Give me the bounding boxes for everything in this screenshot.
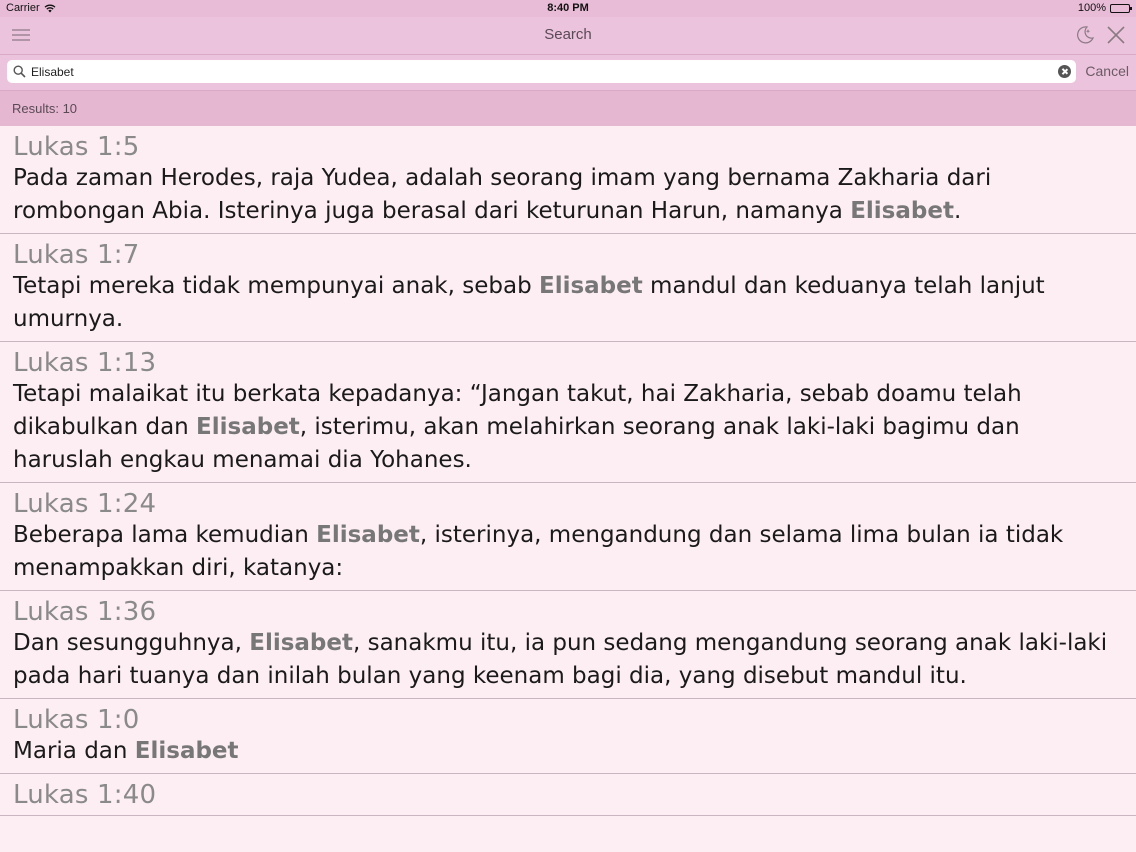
verse-reference: Lukas 1:13 [13, 348, 157, 378]
results-count-bar: Results: 10 [0, 91, 1136, 126]
search-icon [13, 65, 26, 78]
results-count: Results: 10 [12, 101, 78, 116]
close-icon[interactable] [1106, 25, 1126, 45]
result-item[interactable]: Lukas 1:24 Beberapa lama kemudian Elisab… [0, 483, 1136, 591]
verse-reference: Lukas 1:36 [13, 597, 157, 627]
verse-text: Tetapi mereka tidak mempunyai anak, seba… [13, 273, 1045, 332]
battery-indicator: 100% [1077, 2, 1132, 14]
search-input[interactable] [31, 62, 1041, 81]
highlighted-term: Elisabet [134, 738, 239, 764]
highlighted-term: Elisabet [850, 198, 954, 224]
search-field [7, 60, 1076, 83]
highlighted-term: Elisabet [249, 630, 353, 656]
verse-text: Dan sesungguhnya, Elisabet, sanakmu itu,… [13, 630, 1108, 689]
highlighted-term: Elisabet [196, 414, 300, 440]
verse-text: Tetapi malaikat itu berkata kepadanya: “… [13, 381, 1022, 473]
clock: 8:40 PM [547, 2, 589, 14]
verse-reference: Lukas 1:0 [13, 705, 140, 735]
result-item[interactable]: Lukas 1:36 Dan sesungguhnya, Elisabet, s… [0, 591, 1136, 699]
search-bar: Cancel [0, 55, 1136, 91]
verse-text: Beberapa lama kemudian Elisabet, isterin… [13, 522, 1064, 581]
navigation-bar: Search [0, 17, 1136, 55]
result-item[interactable]: Lukas 1:0 Maria dan Elisabet [0, 699, 1136, 774]
verse-reference: Lukas 1:7 [13, 240, 140, 270]
result-item[interactable]: Lukas 1:7 Tetapi mereka tidak mempunyai … [0, 234, 1136, 342]
page-title: Search [544, 26, 592, 43]
verse-reference: Lukas 1:5 [13, 132, 140, 162]
cancel-button[interactable]: Cancel [1085, 63, 1129, 79]
result-item[interactable]: Lukas 1:40 [0, 774, 1136, 816]
result-item[interactable]: Lukas 1:5 Pada zaman Herodes, raja Yudea… [0, 126, 1136, 234]
verse-text: Pada zaman Herodes, raja Yudea, adalah s… [13, 165, 992, 224]
verse-reference: Lukas 1:24 [13, 489, 157, 519]
status-bar: Carrier 8:40 PM 100% [0, 0, 1136, 17]
highlighted-term: Elisabet [538, 273, 643, 299]
result-item[interactable]: Lukas 1:13 Tetapi malaikat itu berkata k… [0, 342, 1136, 483]
clear-search-icon[interactable] [1058, 65, 1071, 78]
verse-reference: Lukas 1:40 [13, 780, 157, 810]
battery-icon [1110, 3, 1132, 13]
battery-percent: 100% [1077, 2, 1106, 14]
highlighted-term: Elisabet [316, 522, 420, 548]
verse-text: Maria dan Elisabet [13, 738, 239, 764]
night-mode-icon[interactable] [1074, 24, 1096, 46]
results-list: Lukas 1:5 Pada zaman Herodes, raja Yudea… [0, 126, 1136, 816]
